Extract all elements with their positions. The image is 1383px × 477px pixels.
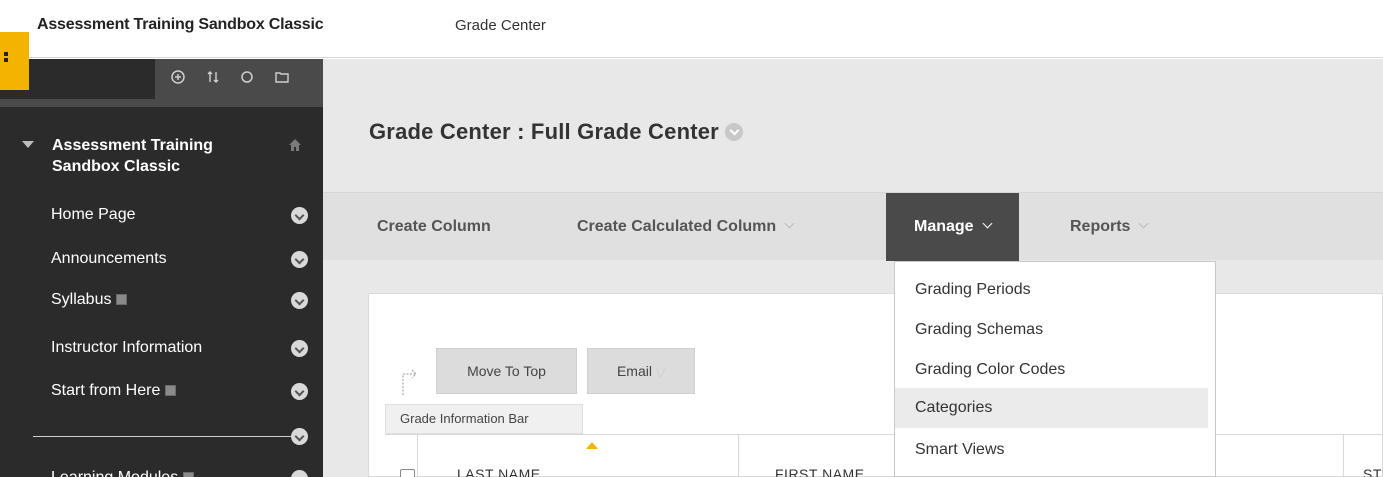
move-to-top-button[interactable]: Move To Top [436,348,577,394]
toolbar-band [0,99,323,107]
sidebar-item-label[interactable]: Instructor Information [51,339,202,357]
sidebar-item-announcements[interactable]: Announcements [0,242,323,280]
chevron-down-icon[interactable] [291,340,308,357]
sidebar-item-label[interactable]: Learning Modules [51,469,195,477]
manage-button[interactable]: Manage [886,193,1019,261]
sidebar-item-instructor-information[interactable]: Instructor Information [0,331,323,369]
chevron-down-icon[interactable] [291,292,308,309]
course-title-row[interactable]: Assessment Training Sandbox Classic [0,115,323,189]
sidebar-item-label[interactable]: Start from Here [51,382,177,400]
email-button[interactable]: Email ⋁ [587,348,695,394]
chevron-down-icon[interactable] [291,251,308,268]
reports-button[interactable]: Reports [1070,193,1149,261]
sidebar-item-syllabus[interactable]: Syllabus [0,283,323,321]
sidebar-item-home-page[interactable]: Home Page [0,198,323,236]
menu-item-grading-color-codes[interactable]: Grading Color Codes [895,350,1215,390]
double-chevron-down-icon: ⋁ [655,367,666,379]
create-column-button[interactable]: Create Column [377,193,491,261]
grip-icon [4,52,10,68]
folder-icon[interactable] [273,69,291,87]
breadcrumb-page[interactable]: Grade Center [455,17,546,34]
course-menu: Assessment Training Sandbox Classic Home… [0,59,323,477]
column-divider [738,435,739,477]
sidebar-item-label[interactable]: Syllabus [51,291,128,309]
hidden-item-icon [116,294,128,305]
manage-dropdown-menu: Grading Periods Grading Schemas Grading … [894,261,1216,477]
grade-information-bar: Grade Information Bar [385,404,583,434]
column-divider [1343,435,1344,477]
chevron-down-icon [982,218,993,229]
sidebar-item-label[interactable]: Home Page [51,206,136,224]
chevron-down-icon [784,218,795,229]
sidebar-item-label[interactable]: Announcements [51,250,167,268]
sidebar-item-learning-modules[interactable]: Learning Modules [0,461,323,477]
menu-item-grading-periods[interactable]: Grading Periods [895,270,1215,310]
main-content: Grade Center : Full Grade Center Create … [323,59,1383,477]
chevron-down-icon[interactable] [291,428,308,445]
refresh-icon[interactable] [238,69,256,87]
course-menu-toolbar [155,59,323,99]
menu-item-smart-views[interactable]: Smart Views [895,430,1215,470]
grade-table-header: LAST NAME FIRST NAME STU [385,434,1383,477]
top-breadcrumb-bar: Assessment Training Sandbox Classic Grad… [0,0,1383,58]
sort-ascending-icon[interactable] [586,442,598,449]
create-calculated-column-button[interactable]: Create Calculated Column [577,193,795,261]
sidebar-divider [33,436,293,437]
collapse-triangle-icon[interactable] [22,141,34,148]
hidden-item-icon [165,385,177,396]
add-icon[interactable] [169,69,187,87]
select-all-checkbox[interactable] [400,469,415,477]
chevron-down-icon[interactable] [291,207,308,224]
home-icon[interactable] [287,137,303,153]
chevron-down-icon[interactable] [291,470,308,477]
course-title[interactable]: Assessment Training Sandbox Classic [52,135,262,177]
breadcrumb-course[interactable]: Assessment Training Sandbox Classic [37,16,324,34]
grade-center-panel: Move To Top Email ⋁ Grade Information Bar… [368,293,1383,477]
menu-toggle-button[interactable] [0,32,29,90]
chevron-down-icon [1139,218,1149,229]
hidden-item-icon [183,472,195,477]
action-bar: Create Column Create Calculated Column M… [323,192,1383,261]
menu-item-categories[interactable]: Categories [895,388,1208,428]
sidebar-item-start-from-here[interactable]: Start from Here [0,374,323,412]
menu-item-grading-schemas[interactable]: Grading Schemas [895,310,1215,350]
reorder-icon[interactable] [204,69,222,87]
column-header-last-name[interactable]: LAST NAME [457,466,541,477]
chevron-down-icon[interactable] [291,383,308,400]
column-header-student[interactable]: STU [1363,466,1383,477]
chevron-down-icon[interactable] [724,123,743,141]
column-divider [417,435,418,477]
column-header-first-name[interactable]: FIRST NAME [775,466,865,477]
select-arrow-icon [402,366,422,396]
page-title: Grade Center : Full Grade Center [369,119,743,145]
